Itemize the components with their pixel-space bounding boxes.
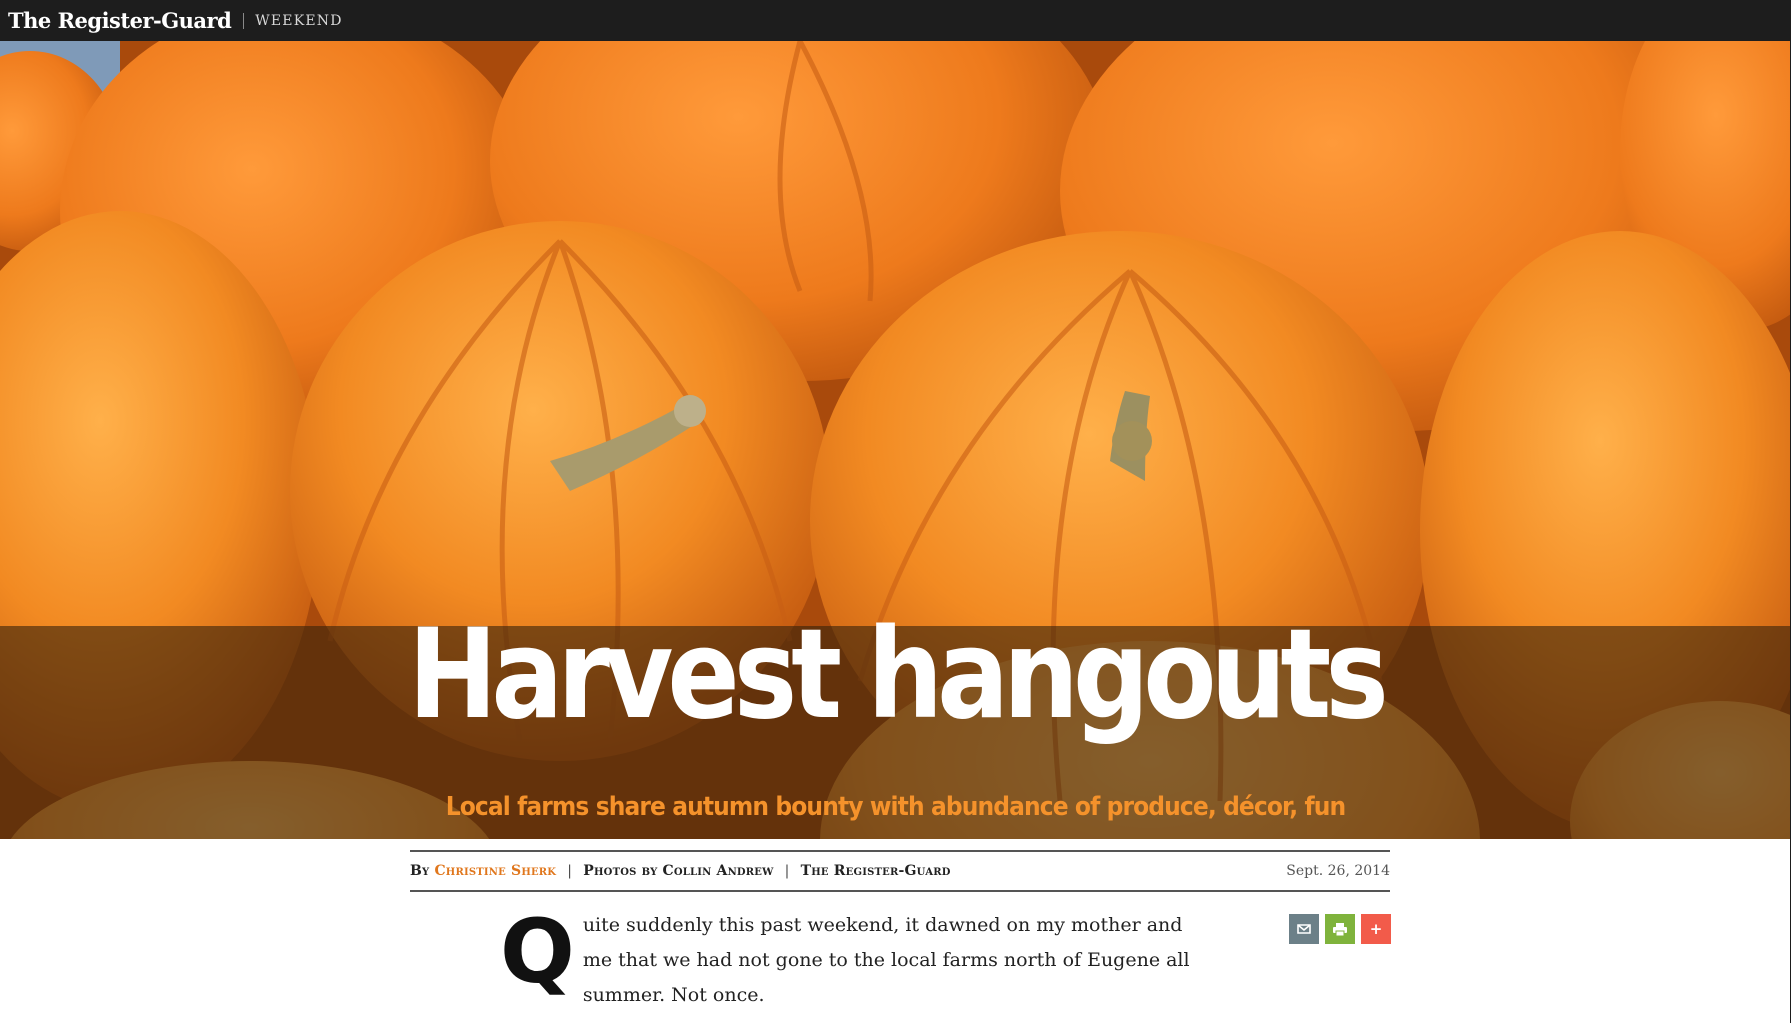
drop-cap: Q [500,900,575,1003]
share-button[interactable]: + [1361,914,1391,944]
masthead-logo[interactable]: The Register-Guard [8,8,232,33]
publish-date: Sept. 26, 2014 [1286,863,1390,879]
byline-bar: By Christine Sherk | Photos by Collin An… [410,850,1390,892]
plus-icon: + [1369,920,1383,938]
lead-paragraph: uite suddenly this past weekend, it dawn… [582,914,1190,1006]
article-body: Q uite suddenly this past weekend, it da… [500,908,1190,1013]
email-icon [1297,924,1311,934]
photo-credit: Photos by Collin Andrew [583,863,774,879]
byline-separator: | [567,863,573,879]
byline-separator: | [784,863,790,879]
byline-prefix: By [410,863,430,879]
print-button[interactable] [1325,914,1355,944]
print-icon [1333,922,1347,936]
article-tools: + [1289,914,1391,944]
byline: By Christine Sherk | Photos by Collin An… [410,863,951,879]
section-link-weekend[interactable]: WEEKEND [255,13,342,29]
top-bar: The Register-Guard WEEKEND [0,0,1791,41]
article-headline: Harvest hangouts [408,603,1389,747]
email-button[interactable] [1289,914,1319,944]
author-link[interactable]: Christine Sherk [434,863,556,879]
publication-name: The Register-Guard [800,863,951,879]
article-dek: Local farms share autumn bounty with abu… [445,792,1346,822]
topbar-divider [243,12,245,29]
